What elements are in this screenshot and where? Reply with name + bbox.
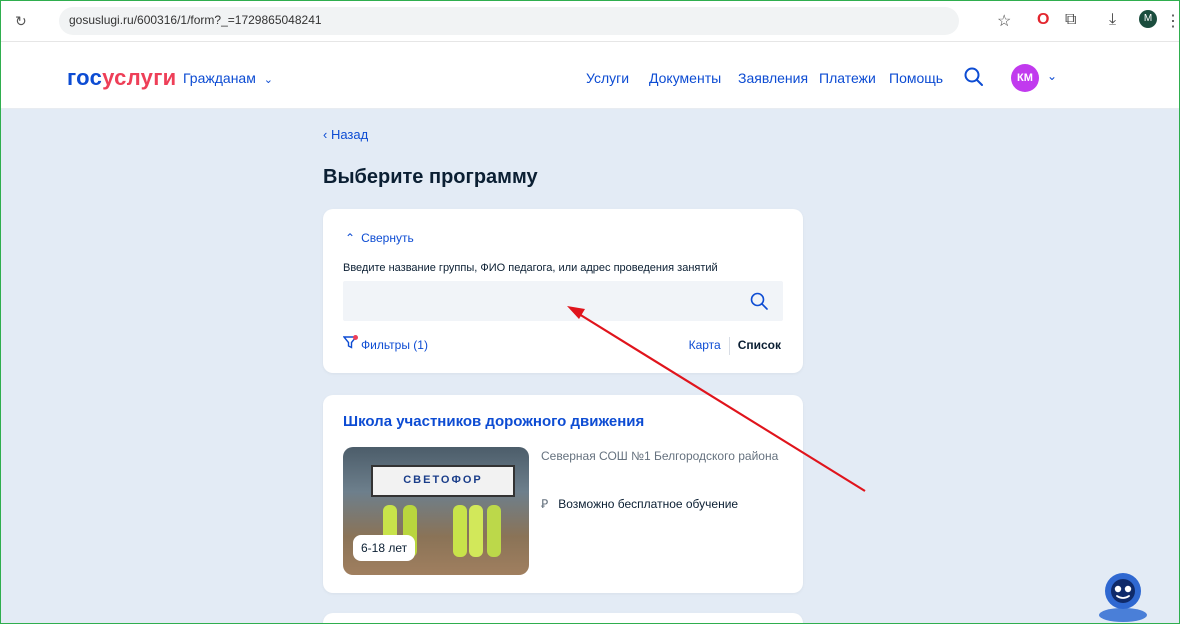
user-avatar[interactable]: КМ [1011,64,1039,92]
program-card[interactable]: Школа участников дорожного движения СВЕТ… [323,395,803,593]
filter-active-dot [353,335,358,340]
logo-part-gos: гос [67,65,103,90]
map-view-button[interactable]: Карта [689,338,721,352]
photo-figure [487,505,501,557]
collapse-label: Свернуть [361,231,414,245]
program-title[interactable]: Школа участников дорожного движения [343,413,644,430]
profile-avatar[interactable]: M [1139,10,1157,28]
program-card[interactable] [323,613,803,623]
browser-toolbar: ↻ gosuslugi.ru/600316/1/form?_=172986504… [1,1,1179,42]
logo-part-uslugi: услуги [102,65,177,90]
citizens-label: Гражданам [183,70,256,86]
ruble-icon: Ꝑ [541,497,549,511]
nav-applications[interactable]: Заявления [738,70,808,86]
filters-label: Фильтры (1) [361,338,428,352]
program-search-field [343,281,783,321]
extensions-icon[interactable]: ⧉ [1065,11,1076,29]
page-content: ‹ Назад Выберите программу ⌃ Свернуть Вве… [1,109,1179,623]
program-search-input[interactable] [351,289,745,315]
collapse-toggle[interactable]: ⌃ Свернуть [345,231,414,245]
chevron-up-icon: ⌃ [345,231,356,245]
chevron-down-icon: ⌄ [263,74,273,86]
chevron-down-icon[interactable]: ⌄ [1047,69,1057,83]
list-view-button[interactable]: Список [738,338,781,352]
photo-board-text: СВЕТОФОР [371,465,515,497]
filter-icon [342,335,358,352]
photo-figure [453,505,467,557]
program-free-label: Ꝑ Возможно бесплатное обучение [541,497,738,511]
search-card: ⌃ Свернуть Введите название группы, ФИО п… [323,209,803,373]
gosuslugi-logo[interactable]: госуслуги [67,65,177,91]
menu-icon[interactable]: ⋮ [1165,11,1179,31]
citizens-dropdown[interactable]: Гражданам ⌄ [183,70,273,86]
bookmark-star-icon[interactable]: ☆ [997,11,1011,31]
nav-help[interactable]: Помощь [889,70,943,86]
search-icon[interactable] [963,66,985,88]
nav-documents[interactable]: Документы [649,70,721,86]
age-badge: 6-18 лет [353,535,416,561]
nav-payments[interactable]: Платежи [819,70,876,86]
browser-window: ↻ gosuslugi.ru/600316/1/form?_=172986504… [0,0,1180,624]
nav-services[interactable]: Услуги [586,70,629,86]
view-toggle-divider [728,337,730,355]
view-toggle: Карта Список [689,337,781,355]
opera-extension-icon[interactable]: O [1037,11,1049,29]
filters-button[interactable]: Фильтры (1) [342,335,428,352]
program-photo: СВЕТОФОР 6-18 лет [343,447,529,575]
free-text: Возможно бесплатное обучение [558,497,739,511]
back-link[interactable]: ‹ Назад [323,127,368,142]
program-organization: Северная СОШ №1 Белгородского района [541,449,779,463]
site-header: госуслуги Гражданам ⌄ Услуги Документы З… [1,42,1179,109]
search-hint: Введите название группы, ФИО педагога, и… [343,262,718,274]
search-icon[interactable] [749,291,769,311]
page-title: Выберите программу [323,166,538,188]
reload-icon[interactable]: ↻ [15,13,27,30]
photo-figure [469,505,483,557]
assistant-robot-icon[interactable] [1093,565,1153,624]
address-url: gosuslugi.ru/600316/1/form?_=17298650482… [69,13,322,27]
download-icon[interactable]: ⤓ [1109,11,1116,29]
address-bar[interactable]: gosuslugi.ru/600316/1/form?_=17298650482… [59,7,959,35]
